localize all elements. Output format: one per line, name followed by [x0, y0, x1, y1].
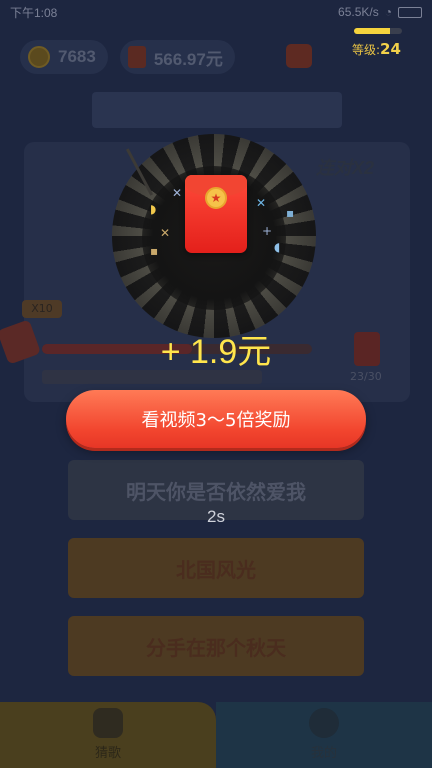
- cash-amount: 566.97元: [153, 49, 223, 69]
- tab-guess-song[interactable]: 猜歌: [0, 702, 216, 768]
- level-text: 等级:24: [352, 40, 408, 58]
- confetti-icon: ▪: [150, 244, 159, 258]
- level-label: 等级:: [352, 43, 381, 57]
- red-envelope-icon: [127, 46, 146, 68]
- bottom-tab-bar: 猜歌 我的: [0, 702, 432, 768]
- status-bar: 下午1:08 65.5K/s ◔: [0, 0, 432, 24]
- wifi-icon: ◔: [384, 5, 392, 19]
- level-progress-bar: [354, 28, 402, 34]
- battery-icon: [398, 6, 422, 18]
- red-envelope-icon: ★: [185, 175, 247, 253]
- star-seal-icon: ★: [205, 187, 227, 209]
- watch-video-bonus-button[interactable]: 看视频3～5倍奖励: [66, 390, 366, 448]
- close-countdown: 2s: [207, 507, 225, 526]
- level-value: 24: [380, 40, 401, 58]
- status-indicators: 65.5K/s ◔: [338, 5, 422, 19]
- profile-icon: [309, 708, 339, 738]
- question-banner: [92, 92, 342, 128]
- network-speed: 65.5K/s: [338, 5, 379, 19]
- tab-profile[interactable]: 我的: [216, 702, 432, 768]
- reward-amount: + 1.9元: [160, 333, 272, 371]
- tab-label: 猜歌: [94, 746, 121, 761]
- multiplier-tag: X10: [22, 300, 62, 318]
- music-icon: [93, 708, 123, 738]
- answer-option-3[interactable]: 分手在那个秋天: [68, 616, 364, 676]
- confetti-icon: ✕: [160, 226, 171, 240]
- answer-option-2[interactable]: 北国风光: [68, 538, 364, 598]
- gift-icon[interactable]: [286, 44, 312, 68]
- confetti-icon: ▪: [286, 206, 295, 220]
- tab-label: 我的: [310, 746, 337, 761]
- coin-amount: 7683: [58, 47, 96, 66]
- level-indicator: 等级:24: [352, 28, 408, 58]
- coin-balance[interactable]: 7683: [20, 40, 108, 74]
- confetti-icon: ◗: [150, 202, 157, 216]
- cash-balance[interactable]: 566.97元: [119, 40, 235, 74]
- confetti-icon: +: [262, 224, 273, 238]
- confetti-icon: ◖: [274, 240, 281, 254]
- confetti-icon: ✕: [172, 186, 183, 200]
- confetti-icon: ✕: [256, 196, 267, 210]
- coin-icon: [28, 46, 50, 68]
- status-time: 下午1:08: [10, 5, 58, 20]
- streak-badge: 连对X2: [316, 158, 375, 178]
- level-progress-fill: [354, 28, 390, 34]
